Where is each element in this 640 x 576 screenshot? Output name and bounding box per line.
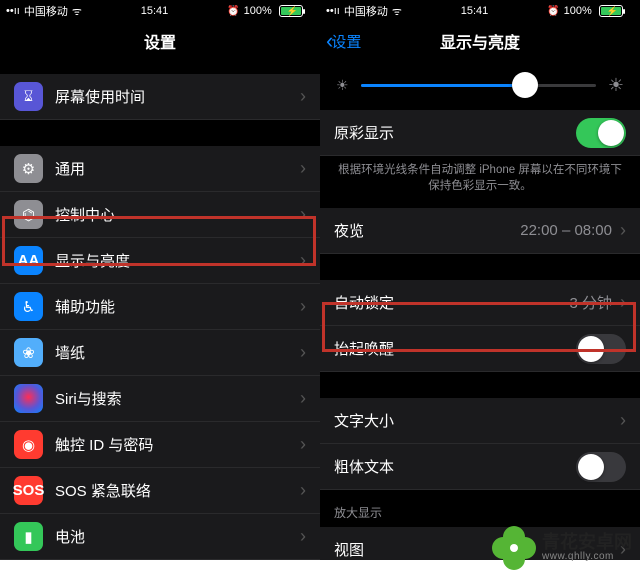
row-label: 夜览 (334, 220, 520, 241)
signal-icon: ••ıı (326, 5, 340, 17)
navbar-display: ‹ 设置 显示与亮度 (320, 22, 640, 60)
raise-to-wake-toggle[interactable] (576, 334, 626, 364)
switches-icon: ⌬ (14, 200, 43, 229)
row-wallpaper[interactable]: ❀ 墙纸 › (0, 330, 320, 376)
brand-domain: www.qhlly.com (542, 552, 632, 563)
row-label: 抬起唤醒 (334, 338, 576, 359)
wifi-icon: ᯤ (72, 4, 82, 19)
row-true-tone: 原彩显示 (320, 110, 640, 156)
alarm-icon: ⏰ (227, 6, 239, 17)
row-bold-text: 粗体文本 (320, 444, 640, 490)
hourglass-icon: ⌛︎ (14, 82, 43, 111)
row-night-shift[interactable]: 夜览 22:00 – 08:00 › (320, 208, 640, 254)
fingerprint-icon: ◉ (14, 430, 43, 459)
back-button[interactable]: ‹ 设置 (326, 30, 361, 52)
brand-logo-icon (492, 526, 536, 570)
row-label: 控制中心 (55, 204, 300, 225)
brand-name: 青花安卓网 (542, 533, 632, 552)
sos-icon: SOS (14, 476, 43, 505)
true-tone-description: 根据环境光线条件自动调整 iPhone 屏幕以在不同环境下保持色彩显示一致。 (320, 156, 640, 208)
gear-icon: ⚙︎ (14, 154, 43, 183)
row-label: 通用 (55, 158, 300, 179)
row-label: 显示与亮度 (55, 250, 300, 271)
chevron-right-icon: › (300, 388, 306, 409)
status-time: 15:41 (461, 5, 489, 17)
chevron-right-icon: › (620, 292, 626, 313)
sun-max-icon: ☀︎ (608, 75, 624, 96)
battery-pct: 100% (564, 5, 592, 17)
row-auto-lock[interactable]: 自动锁定 3 分钟 › (320, 280, 640, 326)
battery-row-icon: ▮ (14, 522, 43, 551)
row-value: 22:00 – 08:00 (520, 222, 612, 239)
page-title: 显示与亮度 (440, 29, 520, 53)
row-text-size[interactable]: 文字大小 › (320, 398, 640, 444)
group-header-zoom: 放大显示 (320, 490, 640, 527)
accessibility-icon: ♿︎ (14, 292, 43, 321)
bold-text-toggle[interactable] (576, 452, 626, 482)
row-display-brightness[interactable]: AA 显示与亮度 › (0, 238, 320, 284)
signal-icon: ••ıı (6, 5, 20, 17)
row-label: 文字大小 (334, 410, 620, 431)
row-label: 粗体文本 (334, 456, 576, 477)
chevron-right-icon: › (300, 434, 306, 455)
battery-pct: 100% (244, 5, 272, 17)
row-screentime[interactable]: ⌛︎ 屏幕使用时间 › (0, 74, 320, 120)
chevron-right-icon: › (620, 220, 626, 241)
navbar-settings: 设置 (0, 22, 320, 60)
row-value: 3 分钟 (569, 292, 612, 313)
row-emergency-sos[interactable]: SOS SOS 紧急联络 › (0, 468, 320, 514)
wifi-icon: ᯤ (392, 4, 402, 19)
chevron-right-icon: › (300, 296, 306, 317)
row-general[interactable]: ⚙︎ 通用 › (0, 146, 320, 192)
wallpaper-icon: ❀ (14, 338, 43, 367)
row-battery[interactable]: ▮ 电池 › (0, 514, 320, 560)
sun-min-icon: ☀︎ (336, 77, 349, 94)
siri-icon (14, 384, 43, 413)
brightness-slider[interactable] (361, 84, 596, 87)
chevron-right-icon: › (620, 410, 626, 431)
brightness-slider-row: ☀︎ ☀︎ (320, 60, 640, 110)
row-siri-search[interactable]: Siri与搜索 › (0, 376, 320, 422)
row-label: 触控 ID 与密码 (55, 434, 300, 455)
carrier-label: 中国移动 (344, 3, 388, 19)
row-label: Siri与搜索 (55, 388, 300, 409)
chevron-right-icon: › (300, 86, 306, 107)
row-label: 自动锁定 (334, 292, 569, 313)
alarm-icon: ⏰ (547, 6, 559, 17)
status-bar: ••ıı 中国移动 ᯤ 15:41 ⏰ 100% ⚡ (320, 0, 640, 22)
row-label: 辅助功能 (55, 296, 300, 317)
carrier-label: 中国移动 (24, 3, 68, 19)
row-accessibility[interactable]: ♿︎ 辅助功能 › (0, 284, 320, 330)
chevron-right-icon: › (300, 480, 306, 501)
chevron-right-icon: › (300, 204, 306, 225)
watermark: 青花安卓网 www.qhlly.com (492, 526, 632, 570)
true-tone-toggle[interactable] (576, 118, 626, 148)
row-label: 屏幕使用时间 (55, 86, 300, 107)
chevron-right-icon: › (300, 158, 306, 179)
row-label: 墙纸 (55, 342, 300, 363)
back-label: 设置 (331, 31, 361, 52)
row-control-center[interactable]: ⌬ 控制中心 › (0, 192, 320, 238)
chevron-right-icon: › (300, 250, 306, 271)
chevron-right-icon: › (300, 526, 306, 547)
status-bar: ••ıı 中国移动 ᯤ 15:41 ⏰ 100% ⚡ (0, 0, 320, 22)
status-time: 15:41 (141, 5, 169, 17)
row-label: 原彩显示 (334, 122, 576, 143)
row-touchid-passcode[interactable]: ◉ 触控 ID 与密码 › (0, 422, 320, 468)
text-size-icon: AA (14, 246, 43, 275)
page-title: 设置 (144, 29, 176, 53)
row-label: 电池 (55, 526, 300, 547)
row-label: SOS 紧急联络 (55, 480, 300, 501)
row-raise-to-wake: 抬起唤醒 (320, 326, 640, 372)
chevron-right-icon: › (300, 342, 306, 363)
